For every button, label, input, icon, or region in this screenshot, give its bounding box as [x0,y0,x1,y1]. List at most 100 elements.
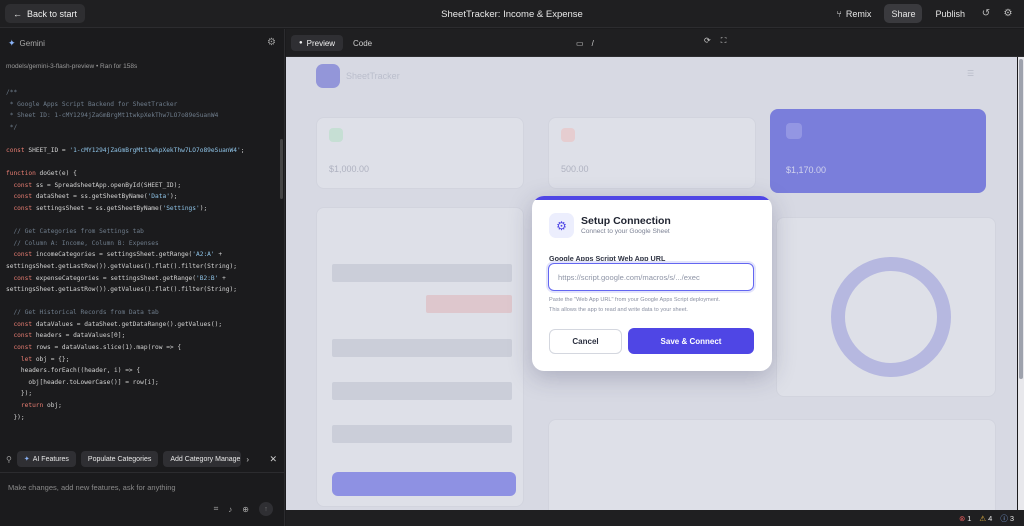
code-line: function doGet(e) { [6,170,77,178]
save-connect-button[interactable]: Save & Connect [628,328,754,354]
cancel-button[interactable]: Cancel [549,329,622,354]
chip-add-category[interactable]: Add Category Manage [163,451,242,467]
status-items: ⊗ 1 ⚠ 4 ⓘ 3 [959,513,1014,524]
run-meta: models/gemini-3-flash-preview • Ran for … [6,63,138,70]
dot-icon: ● [299,40,303,46]
code-line: const headers = dataValues[0]; [13,332,126,340]
warning-status[interactable]: ⚠ 4 [979,514,992,523]
url-path: / [591,38,594,48]
code-line: const dataSheet = ss.getSheetByName('Dat… [13,193,178,201]
share-button[interactable]: Share [884,4,923,23]
url-actions: ⟳ ⛶ [704,36,726,46]
sparkle-icon: ⚲ [6,454,12,464]
chip-ai-features[interactable]: ✦ AI Features [16,451,76,467]
chevron-right-icon[interactable]: › [246,455,249,464]
code-line: */ [6,123,18,131]
code-line: let obj = {}; [20,355,70,363]
remix-label: Remix [845,8,872,19]
tab-preview[interactable]: ● Preview [291,35,344,51]
info-count: 3 [1009,514,1014,523]
status-bar: ⊗ 1 ⚠ 4 ⓘ 3 [286,510,1024,526]
scrollbar-thumb[interactable] [1019,59,1023,379]
prompt-area[interactable]: Make changes, add new features, ask for … [0,472,285,526]
warning-icon: ⚠ [979,514,987,523]
url-field-label: Google Apps Script Web App URL [549,254,666,263]
prompt-tools: ⌗ ♪ ⊕ ↑ [214,502,273,516]
code-line: // Get Categories from Settings tab [6,228,144,236]
code-line: return obj; [20,402,62,410]
chip-populate-categories[interactable]: Populate Categories [80,451,159,467]
code-line: }); [6,413,25,421]
share-label: Share [891,8,916,19]
history-icon[interactable]: ↺ [978,4,994,23]
modal-title: Setup Connection [581,215,671,227]
arrow-left-icon: ← [13,8,22,19]
web-app-url-input[interactable] [558,272,748,282]
panel-settings-icon[interactable]: ⚙ [267,37,276,48]
code-line: const rows = dataValues.slice(1).map(row… [13,344,182,352]
fullscreen-icon[interactable]: ⛶ [721,36,727,46]
gear-icon: ⚙ [549,213,574,238]
code-line: settingsSheet.getLastRow()).getValues().… [6,286,237,294]
info-status[interactable]: ⓘ 3 [1000,513,1014,524]
preview-toolbar: ● Preview Code ▭ / ⟳ ⛶ [286,29,1024,57]
remix-icon: ⑂ [836,8,842,19]
code-line: obj[header.toLowerCase()] = row[i]; [6,378,159,386]
close-icon[interactable]: ✕ [269,454,277,465]
chip-label: Populate Categories [87,455,152,463]
info-icon: ⓘ [1000,514,1008,523]
top-bar: ← Back to start SheetTracker: Income & E… [0,0,1024,28]
preview-scrollbar[interactable] [1018,57,1024,510]
error-icon: ⊗ [958,514,966,523]
code-line: * Google Apps Script Backend for SheetTr… [6,100,178,108]
error-status[interactable]: ⊗ 1 [959,514,971,523]
code-scrollbar[interactable] [280,139,283,199]
refresh-icon[interactable]: ⟳ [704,36,711,46]
model-label: Gemini [19,38,45,48]
remix-button[interactable]: ⑂ Remix [830,4,879,23]
modal-subtitle: Connect to your Google Sheet [581,228,670,235]
add-icon[interactable]: ⊕ [242,505,249,514]
url-field-wrapper [548,263,754,291]
prompt-input[interactable]: Make changes, add new features, ask for … [8,483,176,492]
publish-label: Publish [935,8,965,19]
code-line: const incomeCategories = settingsSheet.g… [13,251,223,259]
help-line-1: Paste the "Web App URL" from your Google… [549,297,721,303]
tab-preview-label: Preview [306,38,336,48]
device-icon[interactable]: ▭ [576,39,584,48]
tab-code[interactable]: Code [345,35,380,51]
code-block: /** * Google Apps Script Backend for She… [6,87,276,423]
code-line: const expenseCategories = settingsSheet.… [13,274,226,282]
suggestion-chips: ⚲ ✦ AI Features Populate Categories Add … [0,451,285,467]
top-actions: ⑂ Remix Share Publish ↺ ⚙ [830,4,1016,23]
code-line: const ss = SpreadsheetApp.openById(SHEET… [13,181,182,189]
back-label: Back to start [27,8,78,19]
settings-gear-icon[interactable]: ⚙ [1000,4,1016,23]
code-line: settingsSheet.getLastRow()).getValues().… [6,262,237,270]
chip-label: AI Features [32,455,69,463]
code-line: const dataValues = dataSheet.getDataRang… [13,320,223,328]
screenshot-icon[interactable]: ⌗ [214,504,219,514]
code-line: // Column A: Income, Column B: Expenses [6,239,159,247]
tab-code-label: Code [353,38,373,48]
modal-accent-bar [532,196,772,200]
send-icon[interactable]: ↑ [259,502,273,516]
gemini-icon: ✦ [8,37,16,48]
microphone-icon[interactable]: ♪ [228,505,232,514]
code-line: /** [6,89,18,96]
code-line: const settingsSheet = ss.getSheetByName(… [13,204,208,212]
chat-code-panel: ✦ Gemini ⚙ models/gemini-3-flash-preview… [0,29,285,526]
error-count: 1 [967,514,972,523]
setup-connection-modal: ⚙ Setup Connection Connect to your Googl… [532,196,772,371]
help-line-2: This allows the app to read and write da… [549,306,688,313]
code-line: }); [6,390,33,398]
code-line: const SHEET_ID = '1-cMY1294jZaGmBrgMt1tw… [6,146,245,154]
back-to-start-button[interactable]: ← Back to start [5,4,86,23]
chip-label: Add Category Manage [170,455,241,463]
model-header: ✦ Gemini [0,29,284,57]
publish-button[interactable]: Publish [928,4,972,23]
